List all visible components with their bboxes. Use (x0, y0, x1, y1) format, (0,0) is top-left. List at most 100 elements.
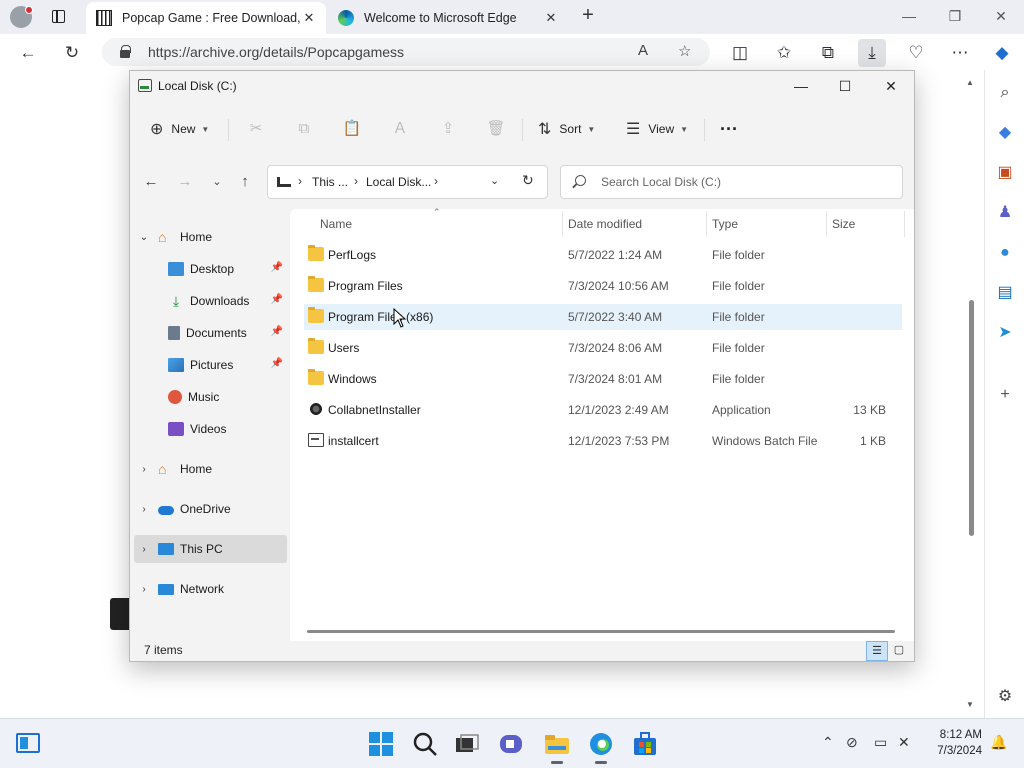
close-window-icon[interactable]: ✕ (978, 0, 1024, 32)
nav-item-onedrive[interactable]: › OneDrive (134, 495, 287, 523)
nav-item-home[interactable]: › ⌂ Home (134, 455, 287, 483)
tools-icon[interactable]: ▣ (994, 162, 1016, 184)
column-header-name[interactable]: Name (320, 217, 352, 231)
nav-item-downloads[interactable]: ⤓ Downloads 📌 (164, 287, 287, 315)
more-options-icon[interactable]: ··· (720, 117, 738, 141)
profile-avatar-icon[interactable] (10, 6, 33, 28)
send-icon[interactable]: ➤ (994, 322, 1016, 344)
chat-icon[interactable] (498, 731, 524, 757)
close-icon[interactable]: ✕ (868, 71, 914, 101)
scrollbar-thumb[interactable] (969, 300, 974, 536)
nav-item-network[interactable]: › Network (134, 575, 287, 603)
add-icon[interactable]: + (994, 384, 1016, 406)
back-arrow-icon[interactable]: ← (140, 171, 162, 193)
new-button[interactable]: ⊕ New ▼ (150, 117, 209, 141)
share-icon[interactable]: ⇪ (437, 118, 459, 140)
notification-bell-icon[interactable]: 🔔 (990, 734, 1007, 751)
games-icon[interactable]: ♟ (994, 202, 1016, 224)
breadcrumb[interactable]: › This ... › Local Disk... › ⌄ ↻ (267, 165, 548, 199)
tab-actions-icon[interactable] (46, 6, 72, 28)
large-icons-view-icon[interactable]: ▢ (888, 641, 910, 661)
minimize-icon[interactable]: — (886, 0, 932, 32)
column-header-date[interactable]: Date modified (568, 217, 642, 231)
edge-icon[interactable] (588, 731, 614, 764)
file-row[interactable]: PerfLogs 5/7/2022 1:24 AM File folder (304, 242, 902, 268)
nav-item-this-pc[interactable]: › This PC (134, 535, 287, 563)
delete-icon[interactable]: 🗑 (485, 118, 507, 140)
column-divider[interactable] (826, 211, 827, 237)
network-disconnected-icon[interactable]: ⊘ (846, 734, 858, 751)
chevron-right-icon[interactable]: › (134, 544, 154, 555)
settings-gear-icon[interactable]: ⚙ (994, 686, 1016, 708)
details-view-icon[interactable]: ☰ (866, 641, 888, 661)
address-dropdown-icon[interactable]: ⌄ (490, 174, 499, 187)
chevron-right-icon[interactable]: › (134, 504, 154, 515)
column-header-type[interactable]: Type (712, 217, 738, 231)
nav-item-videos[interactable]: Videos (164, 415, 287, 443)
column-divider[interactable] (706, 211, 707, 237)
maximize-icon[interactable]: ☐ (822, 71, 868, 101)
microsoft-store-icon[interactable] (632, 731, 658, 757)
read-aloud-icon[interactable]: A (638, 42, 648, 59)
column-header-size[interactable]: Size (832, 217, 855, 231)
explorer-title-bar[interactable]: Local Disk (C:) — ☐ ✕ (130, 71, 914, 103)
browser-essentials-icon[interactable]: ♡ (902, 39, 930, 67)
sort-button[interactable]: ⇅ Sort ▼ (538, 117, 595, 141)
column-divider[interactable] (904, 211, 905, 237)
pin-icon[interactable]: 📌 (271, 294, 283, 305)
widgets-icon[interactable] (16, 731, 42, 757)
microsoft365-icon[interactable]: ● (994, 242, 1016, 264)
minimize-icon[interactable]: — (778, 71, 824, 101)
copilot-icon[interactable]: ◆ (988, 39, 1016, 67)
paste-icon[interactable]: 📋 (341, 118, 363, 140)
favorites-icon[interactable]: ✩ (770, 39, 798, 67)
more-options-icon[interactable]: ⋯ (946, 39, 974, 67)
browser-tab-archive[interactable]: Popcap Game : Free Download, Bo ✕ (86, 2, 326, 34)
collections-icon[interactable]: ⧉ (814, 39, 842, 67)
view-button[interactable]: ☰ View ▼ (626, 117, 688, 141)
nav-item-home-expanded[interactable]: ⌄ ⌂ Home (134, 223, 287, 251)
pin-icon[interactable]: 📌 (271, 358, 283, 369)
horizontal-scrollbar[interactable] (307, 630, 895, 633)
search-input[interactable]: Search Local Disk (C:) (560, 165, 903, 199)
scroll-down-icon[interactable]: ▼ (966, 700, 974, 709)
shopping-tag-icon[interactable]: ◆ (994, 122, 1016, 144)
refresh-icon[interactable]: ↻ (58, 39, 86, 67)
rename-icon[interactable]: Ａ (389, 118, 411, 140)
up-arrow-icon[interactable]: ↑ (234, 171, 256, 193)
nav-item-desktop[interactable]: Desktop 📌 (164, 255, 287, 283)
system-clock[interactable]: 8:12 AM 7/3/2024 (918, 727, 982, 759)
close-tab-icon[interactable]: ✕ (544, 10, 558, 26)
copy-icon[interactable]: ⧉ (293, 118, 315, 140)
forward-arrow-icon[interactable]: → (174, 171, 196, 193)
chevron-down-icon[interactable]: ⌄ (134, 232, 154, 243)
browser-tab-edge-welcome[interactable]: Welcome to Microsoft Edge ✕ (328, 2, 568, 34)
nav-item-documents[interactable]: Documents 📌 (164, 319, 287, 347)
breadcrumb-this-pc[interactable]: This ... (312, 175, 348, 189)
volume-muted-icon[interactable]: ✕ (898, 734, 910, 751)
pin-icon[interactable]: 📌 (271, 326, 283, 337)
split-screen-icon[interactable]: ◫ (726, 39, 754, 67)
restore-icon[interactable]: ❐ (932, 0, 978, 32)
outlook-icon[interactable]: ▤ (994, 282, 1016, 304)
page-scrollbar[interactable]: ▲ ▼ (966, 78, 976, 710)
file-row[interactable]: CollabnetInstaller 12/1/2023 2:49 AM App… (304, 397, 902, 423)
scroll-up-icon[interactable]: ▲ (966, 78, 974, 87)
task-view-icon[interactable] (454, 731, 480, 757)
favorite-star-icon[interactable]: ☆ (678, 42, 691, 60)
file-row[interactable]: installcert 12/1/2023 7:53 PM Windows Ba… (304, 428, 902, 454)
close-tab-icon[interactable]: ✕ (302, 10, 316, 26)
show-hidden-icons-chevron-icon[interactable]: ⌃ (822, 734, 834, 751)
file-row[interactable]: Program Files 7/3/2024 10:56 AM File fol… (304, 273, 902, 299)
nav-item-pictures[interactable]: Pictures 📌 (164, 351, 287, 379)
pin-icon[interactable]: 📌 (271, 262, 283, 273)
refresh-icon[interactable]: ↻ (522, 172, 534, 189)
back-arrow-icon[interactable]: ← (14, 39, 42, 67)
chevron-right-icon[interactable]: › (134, 584, 154, 595)
file-row[interactable]: Users 7/3/2024 8:06 AM File folder (304, 335, 902, 361)
column-divider[interactable] (562, 211, 563, 237)
file-explorer-icon[interactable] (544, 731, 570, 764)
new-tab-button[interactable]: + (576, 4, 600, 28)
recent-locations-chevron-icon[interactable]: ⌄ (206, 171, 228, 193)
search-icon[interactable] (412, 731, 438, 757)
